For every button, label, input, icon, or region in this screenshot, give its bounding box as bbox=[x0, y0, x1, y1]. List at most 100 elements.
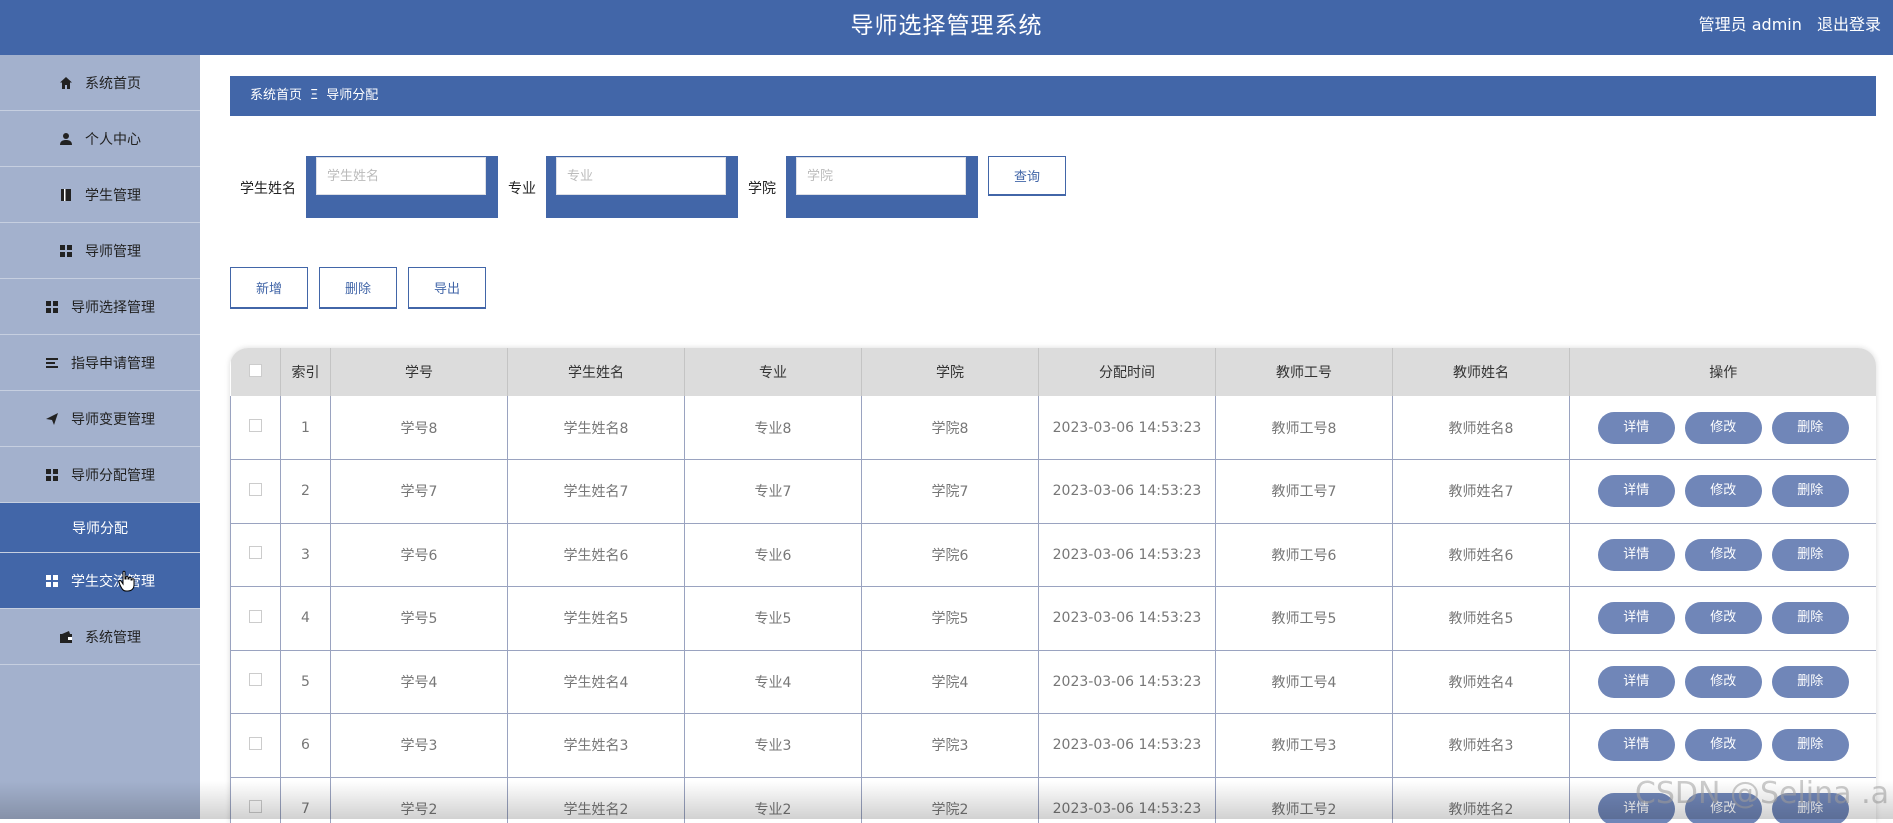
select-all-checkbox[interactable] bbox=[249, 364, 262, 377]
detail-button[interactable]: 详情 bbox=[1598, 729, 1675, 761]
breadcrumb-current: 导师分配 bbox=[326, 88, 378, 103]
row-operations: 详情修改删除 bbox=[1570, 523, 1877, 587]
row-checkbox[interactable] bbox=[249, 737, 262, 750]
edit-button[interactable]: 修改 bbox=[1685, 602, 1762, 634]
table-cell-college: 学院4 bbox=[862, 650, 1039, 714]
sidebar-item-student-exchange[interactable]: 学生交流管理 bbox=[0, 553, 200, 609]
table-row: 4学号5学生姓名5专业5学院52023-03-06 14:53:23教师工号5教… bbox=[231, 587, 1877, 651]
sidebar-item-profile[interactable]: 个人中心 bbox=[0, 111, 200, 167]
row-delete-button[interactable]: 删除 bbox=[1772, 475, 1849, 507]
row-checkbox-cell bbox=[231, 777, 281, 823]
sidebar-item-students[interactable]: 学生管理 bbox=[0, 167, 200, 223]
breadcrumb-home[interactable]: 系统首页 bbox=[250, 88, 302, 103]
table-cell-tid: 教师工号7 bbox=[1216, 460, 1393, 524]
sidebar-item-tutors[interactable]: 导师管理 bbox=[0, 223, 200, 279]
breadcrumb: 系统首页 Ξ 导师分配 bbox=[230, 76, 1876, 116]
edit-button[interactable]: 修改 bbox=[1685, 475, 1762, 507]
table-row: 2学号7学生姓名7专业7学院72023-03-06 14:53:23教师工号7教… bbox=[231, 460, 1877, 524]
edit-button[interactable]: 修改 bbox=[1685, 539, 1762, 571]
table-cell-tid: 教师工号5 bbox=[1216, 587, 1393, 651]
detail-button[interactable]: 详情 bbox=[1598, 539, 1675, 571]
table-cell-tname: 教师姓名7 bbox=[1393, 460, 1570, 524]
table-cell-name: 学生姓名2 bbox=[508, 777, 685, 823]
column-header: 专业 bbox=[685, 348, 862, 396]
row-operations: 详情修改删除 bbox=[1570, 714, 1877, 778]
table-cell-name: 学生姓名8 bbox=[508, 396, 685, 460]
column-header: 分配时间 bbox=[1039, 348, 1216, 396]
student-name-field-wrap bbox=[306, 156, 498, 218]
table-cell-college: 学院5 bbox=[862, 587, 1039, 651]
delete-button[interactable]: 删除 bbox=[319, 267, 397, 309]
row-checkbox[interactable] bbox=[249, 800, 262, 813]
table-row: 5学号4学生姓名4专业4学院42023-03-06 14:53:23教师工号4教… bbox=[231, 650, 1877, 714]
college-label: 学院 bbox=[748, 178, 776, 198]
book-icon bbox=[59, 188, 73, 202]
edit-button[interactable]: 修改 bbox=[1685, 412, 1762, 444]
table-cell-major: 专业3 bbox=[685, 714, 862, 778]
edit-button[interactable]: 修改 bbox=[1685, 729, 1762, 761]
detail-button[interactable]: 详情 bbox=[1598, 666, 1675, 698]
table-cell-time: 2023-03-06 14:53:23 bbox=[1039, 587, 1216, 651]
breadcrumb-separator: Ξ bbox=[310, 88, 318, 103]
logout-link[interactable]: 退出登录 bbox=[1817, 15, 1881, 34]
sidebar-item-label: 系统首页 bbox=[85, 73, 141, 93]
detail-button[interactable]: 详情 bbox=[1598, 602, 1675, 634]
table-cell-name: 学生姓名5 bbox=[508, 587, 685, 651]
sidebar-item-system[interactable]: 系统管理 bbox=[0, 609, 200, 665]
sidebar-item-home[interactable]: 系统首页 bbox=[0, 55, 200, 111]
row-checkbox[interactable] bbox=[249, 483, 262, 496]
table-cell-sid: 学号3 bbox=[331, 714, 508, 778]
table-cell-sid: 学号6 bbox=[331, 523, 508, 587]
export-button[interactable]: 导出 bbox=[408, 267, 486, 309]
row-delete-button[interactable]: 删除 bbox=[1772, 602, 1849, 634]
table-cell-index: 3 bbox=[281, 523, 331, 587]
edit-button[interactable]: 修改 bbox=[1685, 666, 1762, 698]
row-checkbox[interactable] bbox=[249, 673, 262, 686]
row-operations: 详情修改删除 bbox=[1570, 396, 1877, 460]
table-cell-tname: 教师姓名6 bbox=[1393, 523, 1570, 587]
sidebar-item-guidance-application[interactable]: 指导申请管理 bbox=[0, 335, 200, 391]
sidebar-item-label: 系统管理 bbox=[85, 627, 141, 647]
table-cell-college: 学院8 bbox=[862, 396, 1039, 460]
app-title: 导师选择管理系统 bbox=[0, 0, 1893, 55]
sidebar-subitem-tutor-assignment[interactable]: 导师分配 bbox=[0, 503, 200, 553]
sidebar-item-tutor-change[interactable]: 导师变更管理 bbox=[0, 391, 200, 447]
table-cell-college: 学院2 bbox=[862, 777, 1039, 823]
row-delete-button[interactable]: 删除 bbox=[1772, 729, 1849, 761]
row-operations: 详情修改删除 bbox=[1570, 460, 1877, 524]
column-header: 索引 bbox=[281, 348, 331, 396]
sidebar-item-label: 学生管理 bbox=[85, 185, 141, 205]
row-checkbox[interactable] bbox=[249, 419, 262, 432]
row-checkbox[interactable] bbox=[249, 546, 262, 559]
data-table-wrap: 索引 学号 学生姓名 专业 学院 分配时间 教师工号 教师姓名 操作 1学号8学… bbox=[230, 348, 1876, 823]
list-icon bbox=[45, 356, 59, 370]
column-header: 操作 bbox=[1570, 348, 1877, 396]
table-cell-index: 6 bbox=[281, 714, 331, 778]
table-cell-college: 学院3 bbox=[862, 714, 1039, 778]
student-name-input[interactable] bbox=[316, 157, 486, 195]
table-cell-sid: 学号8 bbox=[331, 396, 508, 460]
grid-icon bbox=[45, 300, 59, 314]
major-input[interactable] bbox=[556, 157, 726, 195]
table-cell-major: 专业7 bbox=[685, 460, 862, 524]
sidebar-item-label: 导师管理 bbox=[85, 241, 141, 261]
row-delete-button[interactable]: 删除 bbox=[1772, 666, 1849, 698]
wallet-icon bbox=[59, 630, 73, 644]
row-delete-button[interactable]: 删除 bbox=[1772, 539, 1849, 571]
college-input[interactable] bbox=[796, 157, 966, 195]
detail-button[interactable]: 详情 bbox=[1598, 412, 1675, 444]
row-delete-button[interactable]: 删除 bbox=[1772, 412, 1849, 444]
row-checkbox[interactable] bbox=[249, 610, 262, 623]
table-cell-tid: 教师工号6 bbox=[1216, 523, 1393, 587]
row-checkbox-cell bbox=[231, 587, 281, 651]
row-checkbox-cell bbox=[231, 460, 281, 524]
sidebar-item-tutor-assignment[interactable]: 导师分配管理 bbox=[0, 447, 200, 503]
table-cell-sid: 学号2 bbox=[331, 777, 508, 823]
table-cell-index: 5 bbox=[281, 650, 331, 714]
sidebar-item-tutor-selection[interactable]: 导师选择管理 bbox=[0, 279, 200, 335]
query-button[interactable]: 查询 bbox=[988, 156, 1066, 196]
detail-button[interactable]: 详情 bbox=[1598, 475, 1675, 507]
top-header: 导师选择管理系统 管理员 admin 退出登录 bbox=[0, 0, 1893, 55]
watermark: CSDN @Selina .a bbox=[1635, 776, 1889, 811]
add-button[interactable]: 新增 bbox=[230, 267, 308, 309]
